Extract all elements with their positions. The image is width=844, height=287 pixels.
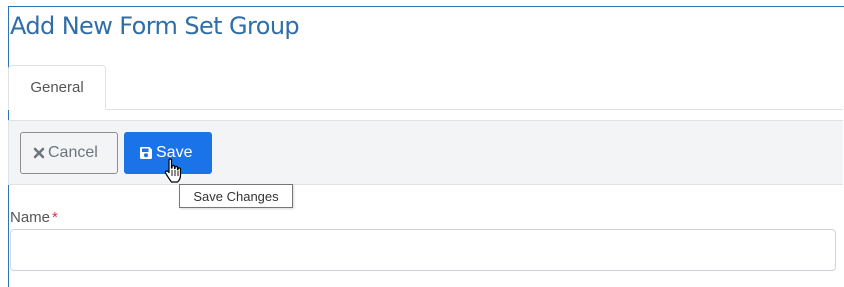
tab-bar: General bbox=[8, 65, 843, 110]
times-icon bbox=[33, 147, 45, 159]
floppy-disk-icon bbox=[139, 146, 153, 160]
name-field-label: Name * bbox=[10, 209, 58, 226]
required-marker: * bbox=[52, 209, 58, 226]
action-toolbar: Cancel Save bbox=[8, 120, 843, 185]
save-tooltip: Save Changes bbox=[179, 184, 293, 208]
cancel-button-label: Cancel bbox=[48, 144, 98, 161]
page-title: Add New Form Set Group bbox=[10, 12, 300, 40]
hand-pointer-cursor-icon bbox=[164, 158, 182, 183]
name-input[interactable] bbox=[10, 229, 836, 271]
tab-general[interactable]: General bbox=[8, 65, 106, 110]
cancel-button[interactable]: Cancel bbox=[20, 132, 118, 174]
name-label-text: Name bbox=[10, 209, 51, 226]
